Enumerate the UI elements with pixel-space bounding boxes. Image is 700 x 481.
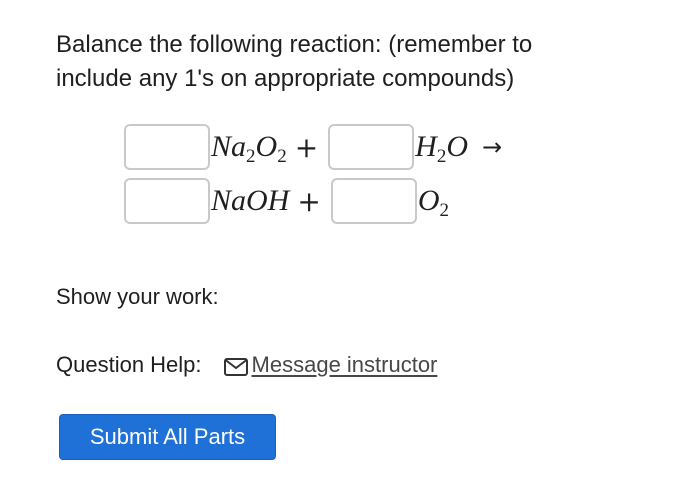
formula-o2: O2 — [417, 184, 449, 221]
formula-na2o2: Na2O2 — [211, 130, 287, 167]
prompt-line-2: include any 1's on appropriate compounds… — [56, 65, 515, 92]
prompt-line-1: Balance the following reaction: (remembe… — [56, 31, 533, 58]
plus-sign: + — [294, 130, 319, 164]
plus-sign: + — [297, 184, 321, 218]
coefficient-input-na2o2[interactable] — [124, 124, 210, 170]
equation-row-2: NaOH + O2 — [124, 176, 449, 226]
show-work-label: Show your work: — [56, 284, 219, 309]
question-prompt: Balance the following reaction: (remembe… — [56, 28, 656, 96]
formula-naoh: NaOH — [211, 184, 290, 217]
reaction-arrow: → — [482, 133, 503, 161]
question-help-label: Question Help: — [56, 352, 202, 377]
equation-row-1: Na2O2 + H2O → — [124, 122, 502, 172]
submit-all-parts-button[interactable]: Submit All Parts — [59, 414, 276, 460]
formula-h2o: H2O — [415, 130, 468, 167]
question-help: Question Help: Message instructor — [56, 352, 437, 378]
message-instructor-link[interactable]: Message instructor — [252, 352, 438, 378]
envelope-icon[interactable] — [223, 356, 248, 376]
coefficient-input-h2o[interactable] — [328, 124, 415, 170]
coefficient-input-naoh[interactable] — [124, 178, 210, 224]
coefficient-input-o2[interactable] — [330, 178, 417, 224]
